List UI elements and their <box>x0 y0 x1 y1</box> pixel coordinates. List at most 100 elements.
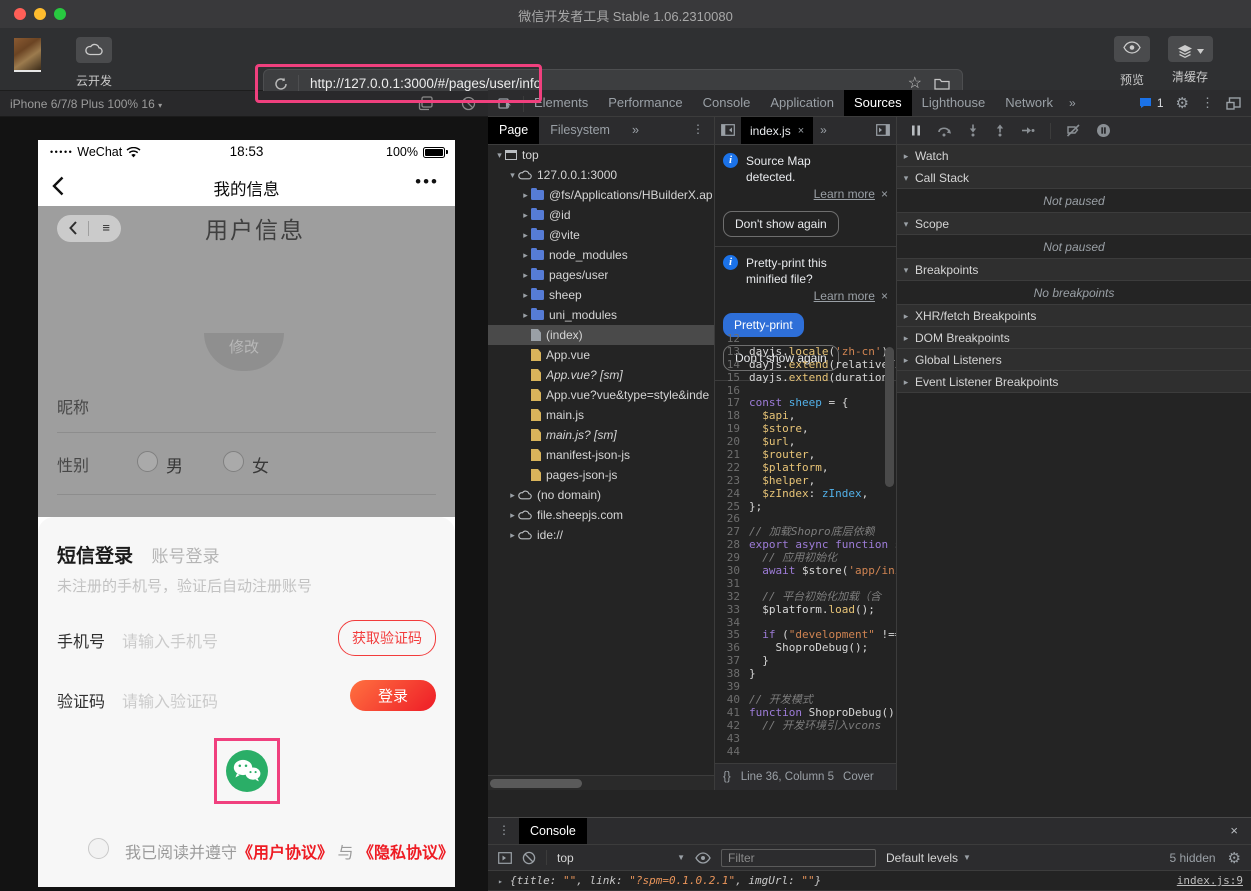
refresh-icon[interactable] <box>273 76 289 92</box>
clear-console-icon[interactable] <box>522 851 536 865</box>
capsule-menu-icon[interactable]: ≡ <box>102 220 110 235</box>
tree-item[interactable]: ▸@vite <box>488 225 714 245</box>
inspect-device-icon[interactable] <box>488 90 523 116</box>
tree-item[interactable]: ▸sheep <box>488 285 714 305</box>
tab-sources[interactable]: Sources <box>844 90 912 116</box>
tab-account-login[interactable]: 账号登录 <box>151 547 219 566</box>
debugger-section-xhr-fetch-breakpoints[interactable]: ▸XHR/fetch Breakpoints <box>897 305 1251 327</box>
editor-vscrollbar[interactable] <box>885 347 894 487</box>
mini-capsule-nav[interactable]: ≡ <box>57 215 121 242</box>
close-icon[interactable]: × <box>881 289 888 303</box>
more-menu-icon[interactable]: ••• <box>415 172 439 192</box>
debugger-section-watch[interactable]: ▸Watch <box>897 145 1251 167</box>
editor-tabs-overflow-icon[interactable]: » <box>813 117 834 144</box>
gender-male-radio[interactable] <box>137 451 158 472</box>
learn-more-link[interactable]: Learn more <box>814 187 875 201</box>
tab-network[interactable]: Network <box>995 90 1063 116</box>
tree-item[interactable]: manifest-json-js <box>488 445 714 465</box>
hide-navigator-icon[interactable] <box>715 117 741 144</box>
privacy-agreement-link[interactable]: 《隐私协议》 <box>358 845 454 862</box>
navigator-menu-icon[interactable]: ⋮ <box>682 117 714 144</box>
devtools-menu-icon[interactable]: ⋮ <box>1201 95 1214 111</box>
tree-item[interactable]: main.js? [sm] <box>488 425 714 445</box>
code-input[interactable]: 请输入验证码 <box>122 688 218 712</box>
issues-indicator[interactable]: 1 <box>1139 96 1164 110</box>
multi-window-icon[interactable] <box>418 96 433 111</box>
debugger-section-scope[interactable]: ▾Scope <box>897 213 1251 235</box>
tree-item[interactable]: ▸@fs/Applications/HBuilderX.ap <box>488 185 714 205</box>
agreement-checkbox[interactable] <box>88 838 109 859</box>
close-icon[interactable]: × <box>881 187 888 201</box>
learn-more-link[interactable]: Learn more <box>814 289 875 303</box>
tree-item[interactable]: App.vue?vue&type=style&inde <box>488 385 714 405</box>
url-input[interactable]: http://127.0.0.1:3000/#/pages/user/info <box>310 76 541 91</box>
phone-input[interactable]: 请输入手机号 <box>122 628 218 652</box>
tab-performance[interactable]: Performance <box>598 90 692 116</box>
code-editor[interactable]: 1213dayjs.locale('zh-cn');14dayjs.extend… <box>715 333 896 763</box>
step-out-icon[interactable] <box>994 124 1006 137</box>
format-braces-icon[interactable]: {} <box>723 771 731 783</box>
console-filter-input[interactable]: Filter <box>721 849 876 867</box>
dock-side-icon[interactable] <box>1226 97 1241 110</box>
close-drawer-icon[interactable]: × <box>1217 818 1251 844</box>
device-selector[interactable]: iPhone 6/7/8 Plus 100% 16 ▾ <box>10 97 162 111</box>
tab-console[interactable]: Console <box>693 90 761 116</box>
pause-script-icon[interactable] <box>910 124 922 137</box>
clear-cache-button[interactable]: 清缓存 <box>1161 36 1219 85</box>
avatar-edit-overlay[interactable]: 修改 <box>204 333 284 371</box>
login-button[interactable]: 登录 <box>350 680 436 711</box>
drawer-menu-icon[interactable]: ⋮ <box>488 818 519 844</box>
open-file-icon[interactable] <box>870 117 896 144</box>
cloud-dev-button[interactable]: 云开发 <box>64 37 124 89</box>
live-expression-eye-icon[interactable] <box>695 852 711 864</box>
wechat-login-button[interactable] <box>226 750 268 792</box>
step-icon[interactable] <box>1021 124 1035 137</box>
expand-icon[interactable]: ▸ <box>498 872 503 891</box>
close-tab-icon[interactable]: × <box>798 125 804 137</box>
tab-sms-login[interactable]: 短信登录 <box>57 546 133 567</box>
navigator-tab-page[interactable]: Page <box>488 117 539 144</box>
deactivate-breakpoints-icon[interactable] <box>1066 124 1081 137</box>
debugger-section-event-listener-breakpoints[interactable]: ▸Event Listener Breakpoints <box>897 371 1251 393</box>
preview-button[interactable]: 预览 <box>1109 36 1155 88</box>
editor-tab-indexjs[interactable]: index.js× <box>741 117 813 144</box>
capsule-back-icon[interactable] <box>69 221 77 235</box>
tree-item[interactable]: ▸node_modules <box>488 245 714 265</box>
console-sidebar-icon[interactable] <box>498 852 512 864</box>
dont-show-again-button[interactable]: Don't show again <box>723 211 839 237</box>
tree-item[interactable]: ▸(no domain) <box>488 485 714 505</box>
navigator-tab-filesystem[interactable]: Filesystem <box>539 117 621 144</box>
debugger-section-call-stack[interactable]: ▾Call Stack <box>897 167 1251 189</box>
get-code-button[interactable]: 获取验证码 <box>338 620 436 656</box>
settings-gear-icon[interactable]: ⚙ <box>1176 94 1189 112</box>
debugger-section-global-listeners[interactable]: ▸Global Listeners <box>897 349 1251 371</box>
pause-on-exceptions-icon[interactable] <box>1096 123 1111 138</box>
tree-item[interactable]: ▾127.0.0.1:3000 <box>488 165 714 185</box>
drawer-tab-console[interactable]: Console <box>519 818 587 844</box>
tree-item[interactable]: ▸ide:// <box>488 525 714 545</box>
tree-item[interactable]: (index) <box>488 325 714 345</box>
tree-item[interactable]: ▾top <box>488 145 714 165</box>
tree-item[interactable]: pages-json-js <box>488 465 714 485</box>
tabs-overflow-icon[interactable]: » <box>1063 90 1082 116</box>
console-message[interactable]: ▸{title: "", link: "?spm=0.1.0.2.1", img… <box>488 871 1251 891</box>
tree-item[interactable]: App.vue <box>488 345 714 365</box>
tab-application[interactable]: Application <box>760 90 844 116</box>
navigator-hscrollbar[interactable] <box>488 775 714 790</box>
tree-item[interactable]: ▸pages/user <box>488 265 714 285</box>
tab-elements[interactable]: Elements <box>524 90 598 116</box>
tree-item[interactable]: main.js <box>488 405 714 425</box>
tab-lighthouse[interactable]: Lighthouse <box>912 90 996 116</box>
log-levels-selector[interactable]: Default levels▼ <box>886 851 971 865</box>
user-agreement-link[interactable]: 《用户协议》 <box>237 845 333 862</box>
disable-icon[interactable] <box>461 96 476 111</box>
tree-item[interactable]: ▸@id <box>488 205 714 225</box>
step-into-icon[interactable] <box>967 124 979 137</box>
gender-female-radio[interactable] <box>223 451 244 472</box>
source-location-link[interactable]: index.js:9 <box>1177 871 1243 891</box>
navigator-tabs-overflow-icon[interactable]: » <box>621 117 650 144</box>
console-settings-icon[interactable]: ⚙ <box>1228 849 1241 867</box>
tree-item[interactable]: App.vue? [sm] <box>488 365 714 385</box>
debugger-section-breakpoints[interactable]: ▾Breakpoints <box>897 259 1251 281</box>
tree-item[interactable]: ▸file.sheepjs.com <box>488 505 714 525</box>
